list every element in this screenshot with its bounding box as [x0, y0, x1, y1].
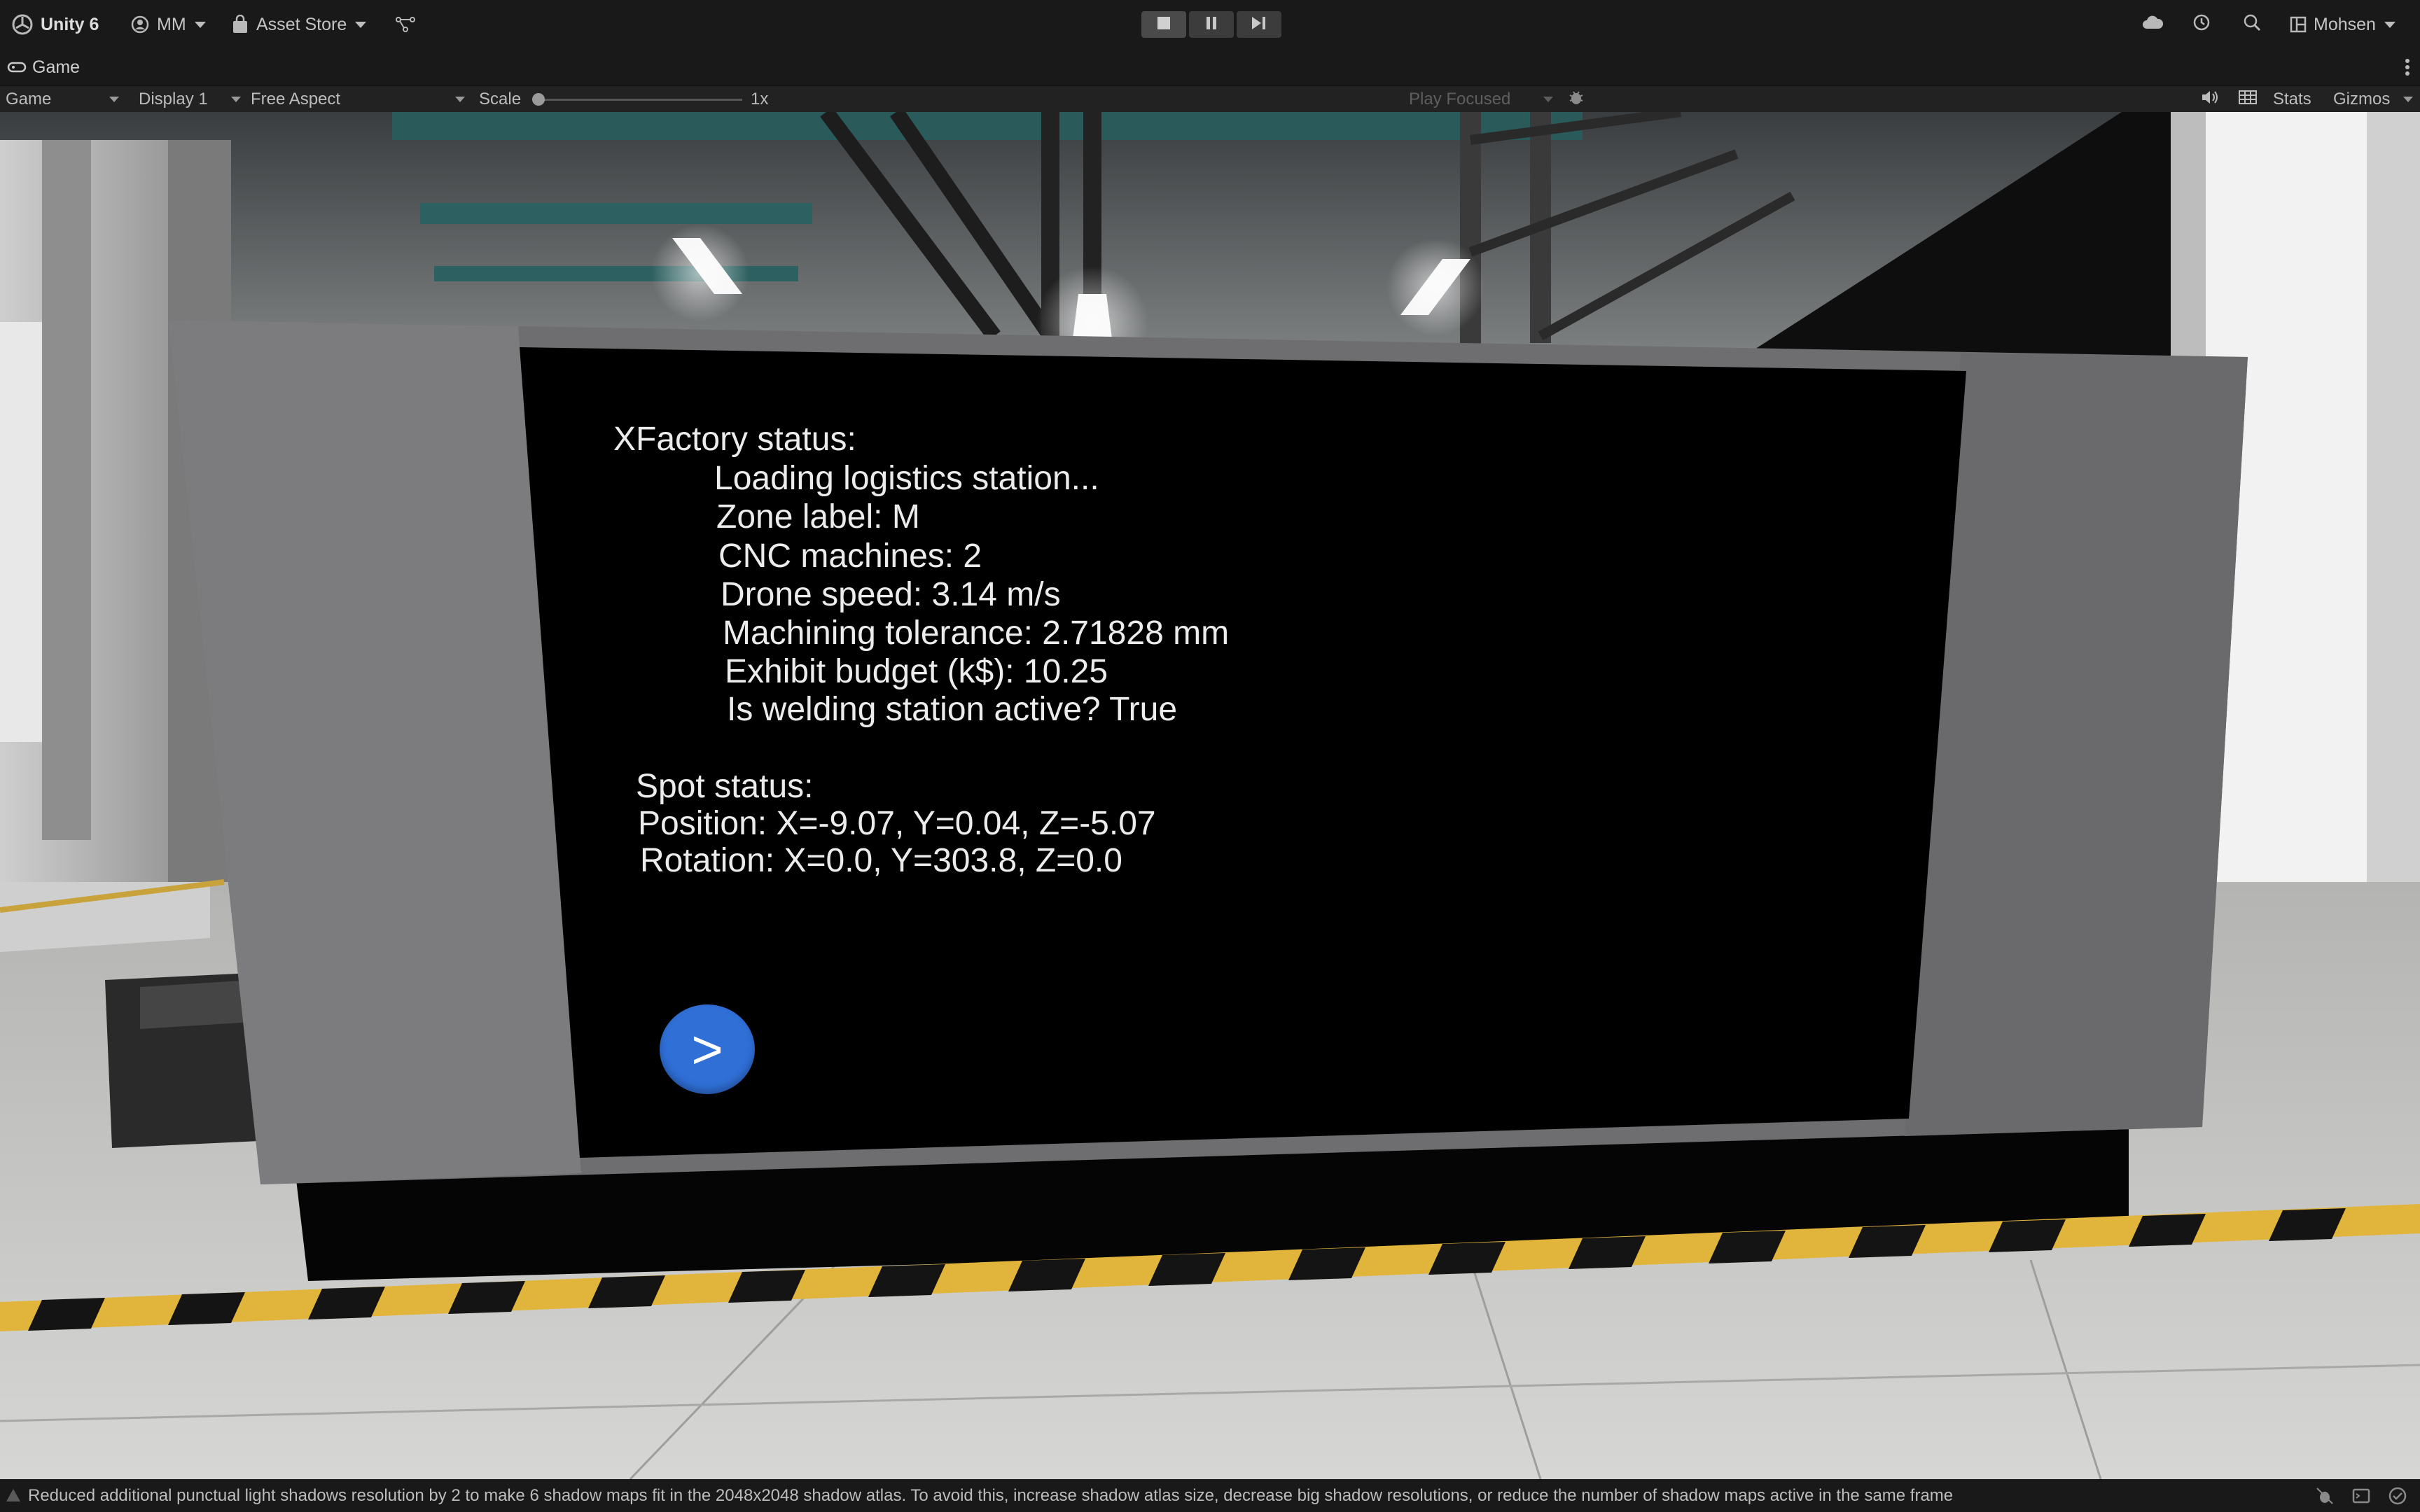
speaker-icon	[2200, 89, 2220, 111]
chevron-down-icon	[231, 97, 241, 102]
asset-store-icon	[231, 15, 249, 34]
tab-bar: Game	[0, 49, 2420, 85]
chevron-down-icon	[2384, 21, 2395, 28]
play-button[interactable]	[1141, 11, 1186, 38]
history-button[interactable]	[2192, 0, 2211, 49]
version-control-icon	[395, 15, 416, 34]
grid-icon	[2238, 89, 2258, 111]
play-mode-label: Play Focused	[1409, 90, 1511, 108]
next-button-label: >	[691, 1018, 723, 1080]
account-label: MM	[157, 14, 186, 34]
check-icon[interactable]	[2388, 1486, 2407, 1509]
search-button[interactable]	[2242, 0, 2262, 49]
cloud-icon	[2141, 15, 2164, 35]
unity-menu[interactable]: Unity 6	[11, 0, 99, 49]
render-stats-toggle[interactable]	[2238, 86, 2258, 113]
play-controls	[1141, 11, 1281, 38]
search-icon	[2242, 13, 2262, 37]
scale-slider-track[interactable]	[539, 99, 742, 101]
status-line-2: Zone label: M	[716, 498, 920, 536]
spot-status-title: Spot status:	[636, 768, 814, 805]
history-icon	[2192, 13, 2211, 37]
version-control-button[interactable]	[395, 0, 423, 49]
pause-button[interactable]	[1189, 11, 1234, 38]
asset-store-label: Asset Store	[256, 14, 347, 34]
status-bar: Reduced additional punctual light shadow…	[0, 1479, 2420, 1512]
game-viewport[interactable]: XFactory status: Loading logistics stati…	[0, 112, 2420, 1479]
account-dropdown[interactable]: MM	[130, 0, 206, 49]
tab-game-label: Game	[32, 57, 81, 77]
chevron-down-icon	[1543, 97, 1553, 102]
play-icon	[1155, 15, 1172, 35]
step-icon	[1250, 15, 1268, 35]
chevron-down-icon	[109, 97, 119, 102]
chevron-down-icon	[194, 21, 206, 28]
chevron-down-icon	[355, 21, 367, 28]
pause-icon	[1203, 15, 1220, 35]
scale-value: 1x	[751, 90, 769, 108]
status-line-7: Is welding station active? True	[727, 691, 1178, 728]
spot-rotation: Rotation: X=0.0, Y=303.8, Z=0.0	[640, 842, 1122, 879]
step-button[interactable]	[1237, 11, 1281, 38]
bug-report-button[interactable]	[1567, 86, 1585, 113]
app-name: Unity 6	[41, 14, 99, 34]
view-mode-label: Game	[6, 90, 52, 108]
play-mode-dropdown[interactable]: Play Focused	[1409, 86, 1553, 113]
console-message[interactable]: Reduced additional punctual light shadow…	[28, 1479, 1953, 1512]
mute-audio-button[interactable]	[2200, 86, 2220, 113]
layout-dropdown[interactable]: Mohsen	[2290, 0, 2395, 49]
gamepad-icon	[7, 61, 27, 74]
bug-icon	[1567, 88, 1585, 111]
layout-icon	[2290, 16, 2307, 33]
asset-store-dropdown[interactable]: Asset Store	[231, 0, 367, 49]
console-icon[interactable]	[2351, 1486, 2371, 1509]
user-label: Mohsen	[2314, 14, 2376, 34]
tab-game[interactable]: Game	[7, 49, 80, 85]
scale-label: Scale	[479, 90, 522, 108]
aspect-dropdown[interactable]: Free Aspect	[251, 86, 465, 113]
stats-button[interactable]: Stats	[2273, 86, 2311, 113]
display-label: Display 1	[139, 90, 208, 108]
screen-title: XFactory status:	[613, 421, 856, 458]
account-icon	[130, 15, 150, 34]
status-line-5: Machining tolerance: 2.71828 mm	[723, 615, 1230, 652]
status-line-6: Exhibit budget (k$): 10.25	[725, 653, 1108, 690]
debug-icon[interactable]	[2315, 1486, 2335, 1509]
next-button[interactable]: >	[660, 1004, 755, 1094]
status-line-3: CNC machines: 2	[718, 538, 982, 575]
editor-toolbar: Unity 6 MM Asset Store Mohsen	[0, 0, 2420, 49]
gizmos-dropdown[interactable]: Gizmos	[2333, 86, 2413, 113]
aspect-label: Free Aspect	[251, 90, 341, 108]
status-line-1: Loading logistics station...	[714, 460, 1099, 497]
status-line-4: Drone speed: 3.14 m/s	[721, 576, 1061, 613]
scale-slider-handle[interactable]	[532, 93, 545, 106]
spot-position: Position: X=-9.07, Y=0.04, Z=-5.07	[638, 805, 1156, 842]
more-options-icon[interactable]	[2405, 57, 2410, 77]
chevron-down-icon	[2403, 97, 2413, 102]
chevron-down-icon	[455, 97, 465, 102]
factory-scene	[0, 112, 2420, 1479]
unity-logo-icon	[11, 13, 34, 36]
game-toolbar: Game Display 1 Free Aspect Scale 1x Play…	[0, 85, 2420, 113]
warning-icon	[6, 1488, 21, 1506]
cloud-button[interactable]	[2141, 0, 2164, 49]
view-mode-dropdown[interactable]: Game	[6, 86, 123, 113]
display-dropdown[interactable]: Display 1	[139, 86, 241, 113]
gizmos-label: Gizmos	[2333, 90, 2391, 108]
